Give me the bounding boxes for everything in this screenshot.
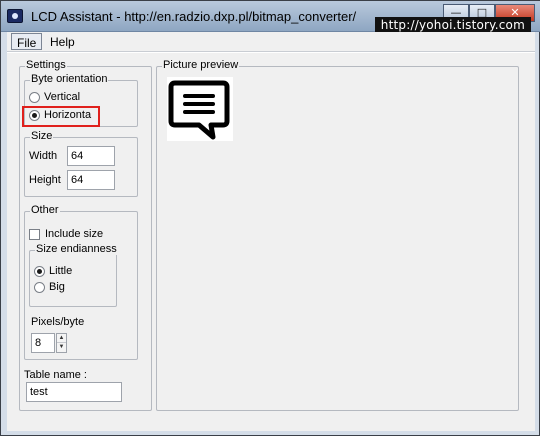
menu-bar: File Help	[7, 32, 535, 52]
radio-vertical-label: Vertical	[44, 91, 81, 103]
height-label: Height	[29, 174, 61, 186]
watermark-text: http://yohoi.tistory.com	[374, 17, 531, 33]
endianness-group: Size endianness Little Big	[29, 243, 118, 307]
radio-little-label: Little	[49, 265, 73, 277]
settings-group: Settings Byte orientation Vertical Horiz…	[19, 59, 152, 411]
radio-little-dot[interactable]	[34, 265, 45, 277]
radio-vertical-dot[interactable]	[29, 91, 40, 103]
pixels-per-byte-label: Pixels/byte	[31, 316, 85, 328]
include-size-label: Include size	[45, 228, 104, 240]
spin-down-icon[interactable]: ▼	[57, 343, 66, 352]
byte-orientation-group: Byte orientation Vertical Horizonta	[22, 73, 138, 127]
other-group: Other Include size Size endianness Littl…	[24, 204, 138, 360]
title-bar[interactable]: LCD Assistant - http://en.radzio.dxp.pl/…	[1, 1, 540, 33]
preview-group: Picture preview	[156, 59, 519, 411]
height-input[interactable]	[67, 170, 115, 190]
other-title: Other	[30, 204, 60, 216]
app-window: LCD Assistant - http://en.radzio.dxp.pl/…	[0, 0, 540, 436]
client-area: Settings Byte orientation Vertical Horiz…	[7, 52, 535, 431]
table-name-label: Table name :	[24, 369, 87, 381]
settings-title: Settings	[25, 59, 67, 71]
size-title: Size	[30, 130, 54, 142]
speech-bubble-icon	[167, 77, 233, 141]
highlight-box	[22, 106, 100, 127]
include-size-box[interactable]	[29, 228, 40, 240]
size-group: Size Width Height	[24, 130, 138, 197]
menu-file[interactable]: File	[11, 33, 43, 50]
pixels-per-byte-spinner[interactable]: ▲ ▼	[56, 333, 67, 353]
width-label: Width	[29, 150, 58, 162]
menu-help[interactable]: Help	[45, 33, 80, 50]
table-name-input[interactable]	[26, 382, 122, 402]
pixels-per-byte-input[interactable]	[31, 333, 55, 353]
radio-big-label: Big	[49, 281, 65, 293]
radio-big-dot[interactable]	[34, 281, 45, 293]
width-input[interactable]	[67, 146, 115, 166]
byte-orientation-title: Byte orientation	[30, 73, 109, 85]
preview-title: Picture preview	[162, 59, 240, 71]
app-eye-icon[interactable]	[7, 9, 23, 23]
spin-up-icon[interactable]: ▲	[57, 334, 66, 343]
window-title: LCD Assistant - http://en.radzio.dxp.pl/…	[31, 9, 357, 24]
radio-vertical[interactable]: Vertical	[29, 91, 80, 103]
radio-big[interactable]: Big	[34, 281, 65, 293]
endianness-title: Size endianness	[35, 243, 118, 255]
include-size-checkbox[interactable]: Include size	[29, 228, 103, 240]
radio-little[interactable]: Little	[34, 265, 72, 277]
